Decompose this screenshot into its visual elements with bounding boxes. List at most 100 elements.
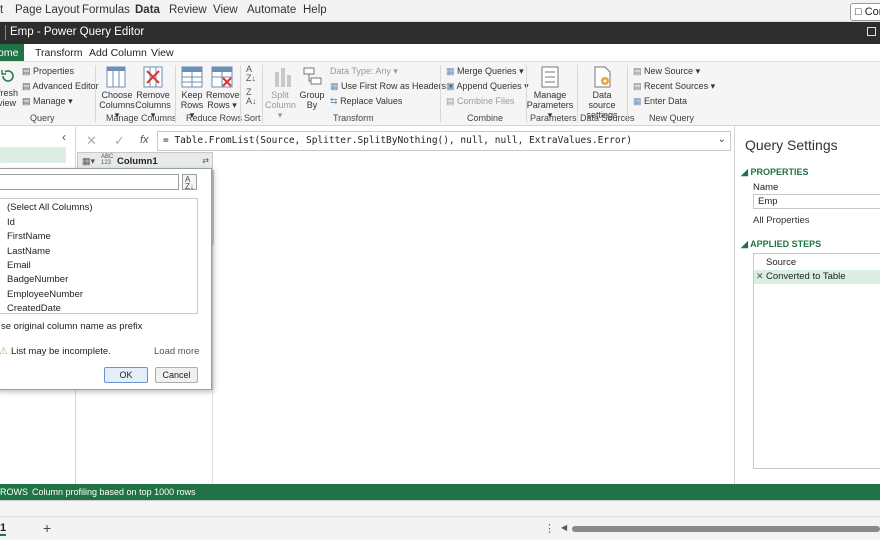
menu-item-data[interactable]: Data [135,4,160,16]
expand-formula-chevron-icon[interactable]: ⌄ [718,134,726,145]
group-by-button[interactable]: Group By [298,90,326,110]
refresh-label-2: view [0,98,17,108]
tab-add-column[interactable]: Add Column [89,47,147,59]
list-item-email[interactable]: Email [7,260,31,271]
search-columns-input[interactable] [0,174,179,190]
tab-transform[interactable]: Transform [35,47,82,59]
list-item-createddate[interactable]: CreatedDate [7,303,61,314]
menu-item-help[interactable]: Help [303,4,327,16]
maximize-icon[interactable] [867,27,876,36]
manage-parameters-icon [541,66,559,88]
more-options-icon[interactable]: ⋮ [544,522,555,535]
load-more-link[interactable]: Load more [154,346,199,357]
fx-icon[interactable]: fx [140,134,149,146]
enter-data-button[interactable]: ▦ Enter Data [633,96,687,107]
applied-steps-list: Source ✕ Converted to Table [753,253,880,469]
horizontal-scrollbar[interactable] [572,526,880,532]
divider [175,65,176,123]
list-item-select-all[interactable]: (Select All Columns) [7,202,93,213]
keep-rows-label-2: Rows [180,100,204,110]
group-transform-label: Transform [333,113,374,123]
append-queries-label: Append Queries [456,81,522,91]
use-first-row-headers-button[interactable]: ▦ Use First Row as Headers ▾ [330,81,453,92]
recent-sources-button[interactable]: ▤ Recent Sources ▾ [633,81,715,92]
refresh-preview-button[interactable]: fresh view [0,88,18,108]
menu-item-layout-partial[interactable]: t [0,4,3,16]
list-item-firstname[interactable]: FirstName [7,231,51,242]
data-type-dropdown[interactable]: Data Type: Any ▾ [330,66,398,77]
query-settings-title: Query Settings [745,137,838,153]
cancel-button[interactable]: Cancel [155,367,198,383]
profiling-status[interactable]: Column profiling based on top 1000 rows [32,487,196,497]
delete-step-icon[interactable]: ✕ [756,271,764,282]
list-item-lastname[interactable]: LastName [7,246,50,257]
query-name-input[interactable]: Emp [753,194,880,209]
sort-descending-icon[interactable]: Z A↓ [246,88,257,106]
merge-queries-button[interactable]: ▦ Merge Queries ▾ [446,66,524,77]
append-queries-button[interactable]: ▦ Append Queries ▾ [446,81,529,92]
table-icon[interactable]: ▦▾ [82,156,95,167]
tab-view[interactable]: View [151,47,174,59]
sort-columns-icon[interactable]: A Z↓ [182,174,197,191]
all-properties-link[interactable]: All Properties [753,215,810,226]
scroll-left-icon[interactable]: ◀ [561,523,567,532]
properties-label: Properties [33,66,75,76]
list-item-badgenumber[interactable]: BadgeNumber [7,274,68,285]
tab-home[interactable]: ome [0,44,24,61]
remove-columns-label: Remove [136,90,170,100]
sort-ascending-icon[interactable]: A Z↓ [246,65,256,83]
keep-rows-label: Keep [181,90,203,100]
advanced-editor-icon: ▤ [22,81,31,91]
menu-item-review[interactable]: Review [169,4,207,16]
new-source-label: New Source [644,66,694,76]
manage-parameters-label-2: Parameters [526,100,574,110]
collapse-triangle-icon: ◢ [741,239,748,249]
manage-button[interactable]: ▤ Manage ▾ [22,96,73,107]
type-any-icon[interactable]: ABC 123 [101,154,113,166]
collapse-chevron-icon[interactable]: ‹ [62,130,66,144]
sheet-grid-strip [0,501,880,517]
replace-values-button[interactable]: ⇆ Replace Values [330,96,402,107]
warning-icon: ⚠ [0,346,8,357]
group-reduce-rows-label: Reduce Rows [186,113,243,123]
new-source-button[interactable]: ▤ New Source ▾ [633,66,700,77]
expand-column-icon[interactable]: ⇄ [202,156,209,165]
sheet-tab[interactable]: 1 [0,522,7,536]
cancel-icon[interactable]: ✕ [86,133,97,149]
remove-columns-label-2: Columns [135,100,171,110]
step-source[interactable]: Source [766,257,796,268]
divider [440,65,441,123]
properties-button[interactable]: ▤ Properties [22,66,74,77]
column-header-label: Column1 [117,156,158,167]
ok-button[interactable]: OK [104,367,148,383]
confirm-icon[interactable]: ✓ [114,133,125,149]
prefix-checkbox-label[interactable]: se original column name as prefix [1,321,143,332]
row-count: ROWS [0,487,28,497]
menu-item-page-layout[interactable]: Page Layout [15,4,80,16]
advanced-editor-button[interactable]: ▤ Advanced Editor [22,81,99,92]
menu-item-formulas[interactable]: Formulas [82,4,130,16]
properties-heading[interactable]: ◢ PROPERTIES [741,167,808,178]
step-converted-to-table[interactable]: ✕ Converted to Table [754,270,880,284]
group-parameters-label: Parameters [530,113,577,123]
divider [627,65,628,123]
combine-files-button[interactable]: ▤ Combine Files [446,96,515,107]
split-column-button[interactable]: Split Column ▾ [265,90,296,120]
replace-values-label: Replace Values [340,96,403,106]
formula-input[interactable]: = Table.FromList(Source, Splitter.SplitB… [157,131,731,151]
split-column-label: Split [271,90,289,100]
applied-steps-heading[interactable]: ◢ APPLIED STEPS [741,239,821,250]
remove-rows-button[interactable]: Remove Rows ▾ [206,90,240,110]
selected-query-item[interactable] [0,147,66,163]
comments-button[interactable]: □ Com [850,3,880,21]
remove-rows-label-2: Rows [207,100,230,110]
menu-item-automate[interactable]: Automate [247,4,296,16]
add-sheet-button[interactable]: + [43,520,51,536]
merge-queries-label: Merge Queries [457,66,517,76]
data-source-settings-icon [594,66,611,88]
list-item-employeenumber[interactable]: EmployeeNumber [7,289,83,300]
sheet-tab-bar: 1 + ⋮ ◀ [0,500,880,540]
menu-item-view[interactable]: View [213,4,238,16]
manage-parameters-label: Manage [533,90,567,100]
list-item-id[interactable]: Id [7,217,15,228]
